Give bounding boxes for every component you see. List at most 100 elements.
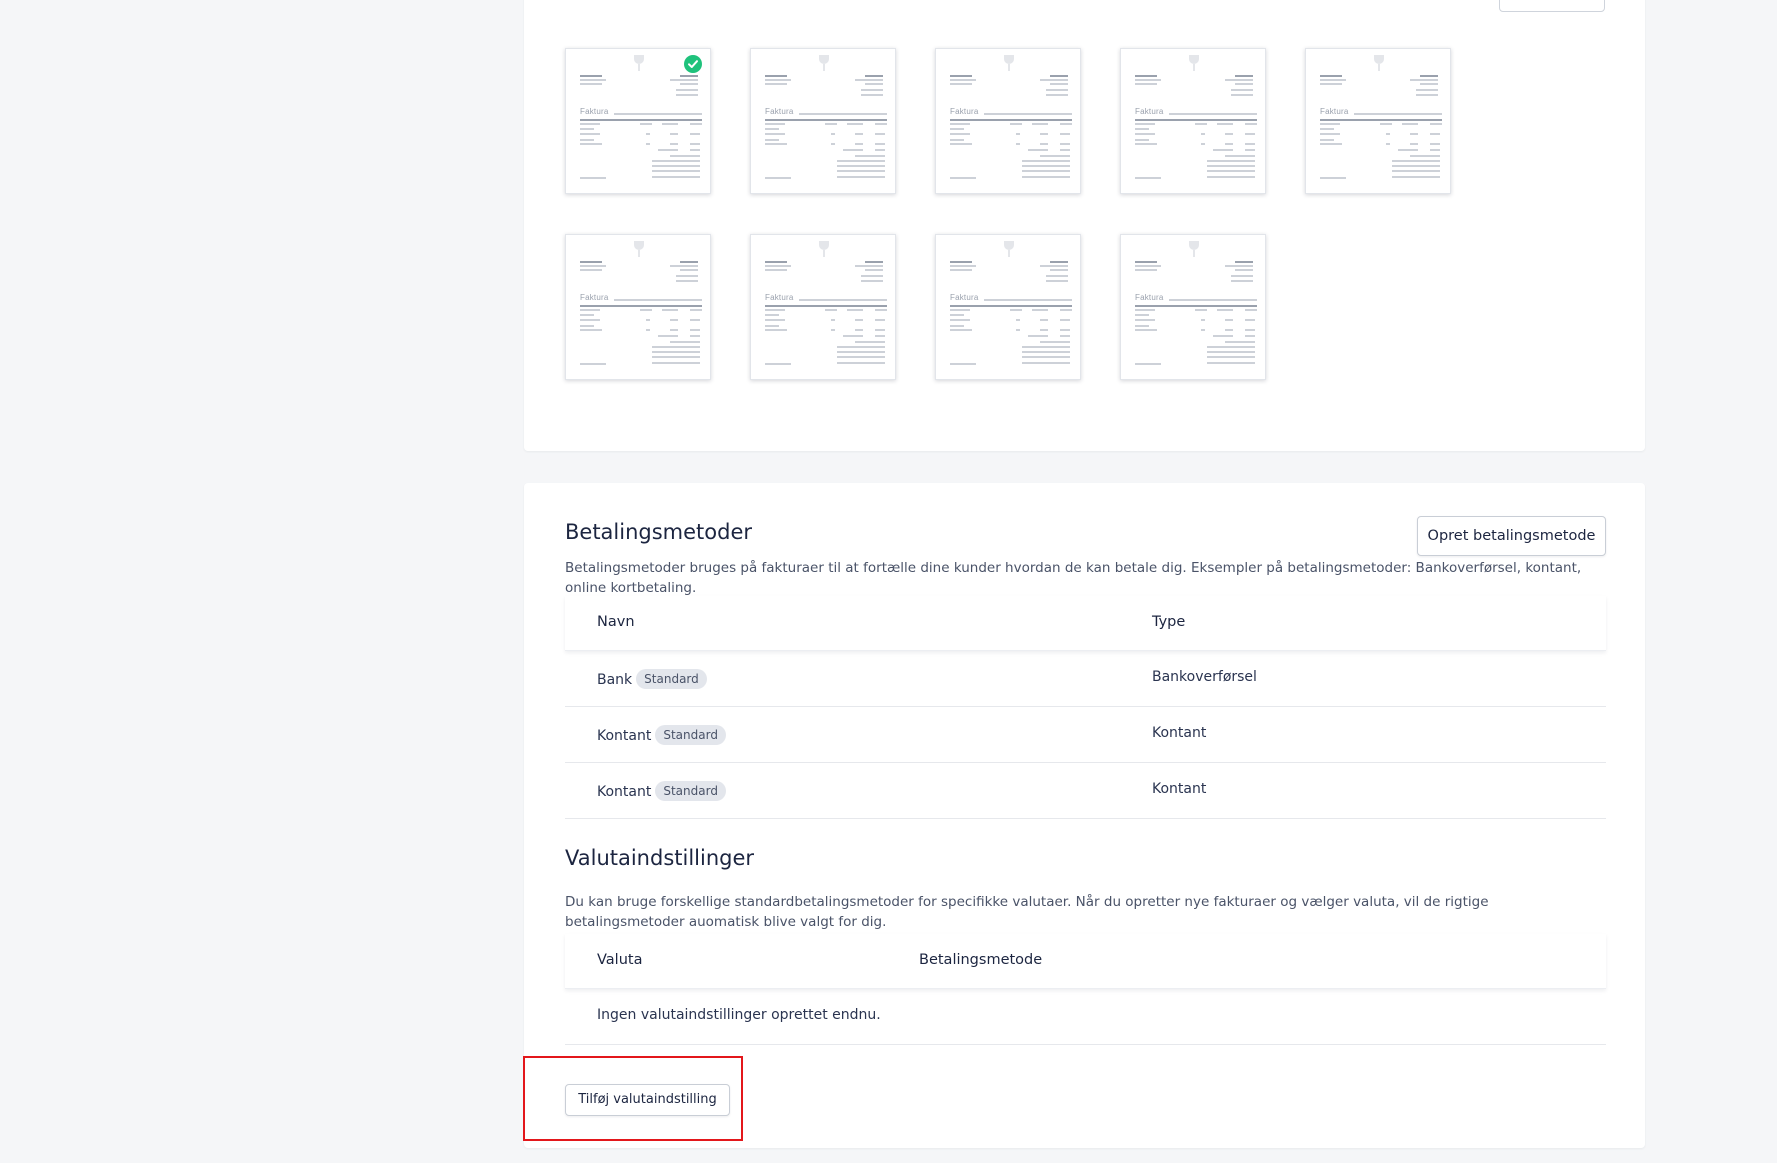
template-text-line — [652, 346, 700, 348]
templates-top-button[interactable] — [1499, 0, 1605, 12]
template-logo-icon — [1002, 241, 1016, 259]
template-text-line — [1135, 79, 1161, 81]
table-row[interactable]: Bank Standard Bankoverførsel — [565, 651, 1606, 707]
template-text-line — [950, 177, 976, 179]
table-row[interactable]: Kontant Standard Kontant — [565, 763, 1606, 819]
template-text-line — [875, 123, 887, 125]
table-row[interactable]: Kontant Standard Kontant — [565, 707, 1606, 763]
template-text-line — [1207, 165, 1255, 167]
create-payment-method-button[interactable]: Opret betalingsmetode — [1417, 516, 1606, 556]
template-text-line — [1022, 351, 1070, 353]
template-text-line — [875, 309, 887, 311]
invoice-template-thumbnail[interactable]: Faktura — [1120, 234, 1266, 380]
template-text-line — [1046, 89, 1068, 91]
template-text-line — [1235, 269, 1253, 271]
template-text-line — [1430, 155, 1440, 157]
template-text-line — [950, 119, 1072, 121]
template-text-line — [1245, 341, 1255, 343]
table-row-empty: Ingen valutaindstillinger oprettet endnu… — [565, 989, 1606, 1045]
template-text-line — [855, 329, 863, 331]
template-text-line — [1060, 143, 1070, 145]
template-title: Faktura — [1320, 107, 1349, 116]
template-text-line — [765, 305, 887, 307]
template-text-line — [1060, 329, 1070, 331]
template-text-line — [580, 83, 602, 85]
template-text-line — [765, 143, 787, 145]
template-text-line — [1169, 299, 1257, 301]
payment-methods-description: Betalingsmetoder bruges på fakturaer til… — [565, 560, 1582, 596]
template-text-line — [950, 75, 972, 77]
template-text-line — [984, 113, 1072, 115]
template-text-line — [875, 133, 885, 135]
invoice-template-thumbnail[interactable]: Faktura — [750, 48, 896, 194]
template-text-line — [580, 123, 600, 125]
template-text-line — [1320, 79, 1346, 81]
template-text-line — [1032, 123, 1048, 125]
template-text-line — [680, 269, 698, 271]
template-text-line — [652, 170, 700, 172]
invoice-template-thumbnail[interactable]: Faktura — [935, 234, 1081, 380]
template-text-line — [1392, 176, 1440, 178]
template-text-line — [580, 75, 602, 77]
template-text-line — [1217, 123, 1233, 125]
template-text-line — [1135, 119, 1257, 121]
invoice-template-thumbnail[interactable]: Faktura — [565, 234, 711, 380]
template-text-line — [843, 149, 863, 151]
template-text-line — [658, 335, 678, 337]
template-text-line — [1410, 155, 1430, 157]
template-text-line — [1416, 94, 1438, 96]
invoice-template-thumbnail[interactable]: Faktura — [1305, 48, 1451, 194]
template-text-line — [1410, 79, 1438, 81]
template-text-line — [1320, 133, 1340, 135]
template-text-line — [1320, 75, 1342, 77]
template-text-line — [690, 133, 700, 135]
invoice-template-thumbnail[interactable]: Faktura — [1120, 48, 1266, 194]
template-text-line — [580, 119, 702, 121]
template-text-line — [765, 325, 779, 327]
template-text-line — [1231, 280, 1253, 282]
template-text-line — [1392, 165, 1440, 167]
template-text-line — [1225, 133, 1233, 135]
template-text-line — [950, 128, 964, 130]
template-text-line — [1010, 309, 1022, 311]
template-logo-icon — [1002, 55, 1016, 73]
invoice-template-thumbnail[interactable]: Faktura — [935, 48, 1081, 194]
template-text-line — [1420, 75, 1438, 77]
template-text-line — [950, 309, 970, 311]
template-text-line — [1050, 83, 1068, 85]
template-text-line — [843, 335, 863, 337]
template-text-line — [1135, 319, 1155, 321]
template-text-line — [831, 329, 835, 331]
template-text-line — [950, 363, 976, 365]
template-text-line — [861, 89, 883, 91]
template-text-line — [1245, 143, 1255, 145]
template-text-line — [831, 319, 835, 321]
template-text-line — [861, 94, 883, 96]
template-text-line — [825, 309, 837, 311]
template-text-line — [875, 319, 885, 321]
template-text-line — [1380, 123, 1392, 125]
currency-settings-title: Valutaindstillinger — [565, 846, 755, 870]
template-text-line — [1386, 143, 1390, 145]
payment-method-type: Kontant — [1152, 781, 1207, 797]
invoice-template-thumbnail[interactable]: Faktura — [565, 48, 711, 194]
template-text-line — [984, 299, 1072, 301]
invoice-template-thumbnail[interactable]: Faktura — [750, 234, 896, 380]
template-text-line — [855, 155, 875, 157]
template-text-line — [640, 123, 652, 125]
template-text-line — [950, 123, 970, 125]
template-text-line — [1225, 79, 1253, 81]
template-text-line — [1050, 261, 1068, 263]
template-text-line — [837, 165, 885, 167]
template-text-line — [640, 309, 652, 311]
template-text-line — [580, 177, 606, 179]
template-text-line — [1050, 269, 1068, 271]
column-header-currency: Valuta — [597, 952, 643, 968]
highlight-annotation — [523, 1056, 743, 1141]
template-text-line — [950, 139, 964, 141]
template-text-line — [950, 269, 972, 271]
template-text-line — [670, 155, 690, 157]
template-text-line — [580, 319, 600, 321]
template-text-line — [1040, 319, 1048, 321]
template-text-line — [690, 341, 700, 343]
